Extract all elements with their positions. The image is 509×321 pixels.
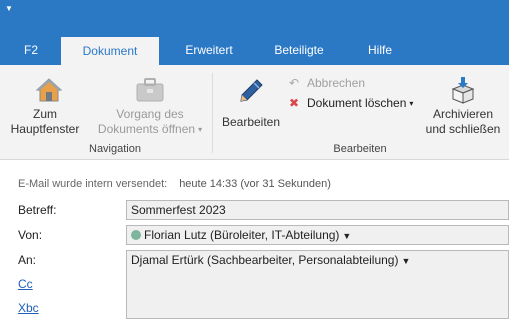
ribbon-tab-bar: F2 Dokument Erweitert Beteiligte Hilfe <box>0 36 509 65</box>
abbrechen-button[interactable]: ↶ Abbrechen <box>289 75 365 91</box>
cc-link[interactable]: Cc <box>18 277 33 291</box>
title-bar: ▼ <box>0 0 509 36</box>
chevron-down-icon: ▾ <box>198 125 203 134</box>
vorgang-line2: Dokuments öffnen ▾ <box>94 122 206 137</box>
vorgang-line2-text: Dokuments öffnen <box>97 122 196 136</box>
bearbeiten-button-label: Bearbeiten <box>221 115 281 129</box>
chevron-down-icon: ▾ <box>409 99 414 108</box>
von-value: Florian Lutz (Büroleiter, IT-Abteilung) <box>144 228 340 242</box>
tab-hilfe[interactable]: Hilfe <box>350 36 410 65</box>
von-field[interactable]: Florian Lutz (Büroleiter, IT-Abteilung) ▼ <box>126 225 509 245</box>
an-field[interactable]: Djamal Ertürk (Sachbearbeiter, Personala… <box>126 250 509 319</box>
briefcase-icon <box>136 78 164 102</box>
betreff-value: Sommerfest 2023 <box>131 203 226 217</box>
pencil-icon <box>240 79 263 102</box>
send-status-text: E-Mail wurde intern versendet: <box>18 178 168 190</box>
send-status: E-Mail wurde intern versendet: heute 14:3… <box>18 178 331 190</box>
betreff-label: Betreff: <box>18 203 57 217</box>
navigation-group-label: Navigation <box>89 143 141 155</box>
von-label: Von: <box>18 228 43 242</box>
betreff-field[interactable]: Sommerfest 2023 <box>126 200 509 220</box>
dokument-loeschen-button[interactable]: ✖ Dokument löschen ▾ <box>289 95 413 112</box>
archivieren-line2: und schließen <box>425 122 501 136</box>
system-menu-icon[interactable]: ▼ <box>5 4 15 14</box>
zum-hauptfenster-line1: Zum <box>33 107 57 121</box>
archivieren-button[interactable]: Archivieren und schließen <box>420 77 506 139</box>
delete-icon: ✖ <box>289 96 300 110</box>
ribbon: Zum Hauptfenster Vorgang des Dokuments ö… <box>0 65 509 160</box>
xbc-link[interactable]: Xbc <box>18 301 39 315</box>
zum-hauptfenster-line2: Hauptfenster <box>10 122 80 136</box>
archive-box-icon <box>451 77 475 104</box>
tab-beteiligte[interactable]: Beteiligte <box>262 36 336 65</box>
tab-erweitert[interactable]: Erweitert <box>170 36 248 65</box>
vorgang-line1: Vorgang des <box>116 107 184 121</box>
tab-f2[interactable]: F2 <box>6 36 56 65</box>
abbrechen-label: Abbrechen <box>307 76 366 90</box>
chevron-down-icon[interactable]: ▼ <box>401 256 410 266</box>
chevron-down-icon[interactable]: ▼ <box>342 231 351 241</box>
group-separator <box>212 73 213 153</box>
undo-icon: ↶ <box>289 76 300 90</box>
bearbeiten-group-label: Bearbeiten <box>333 143 387 155</box>
an-label: An: <box>18 253 37 267</box>
mail-content: E-Mail wurde intern versendet: heute 14:3… <box>0 161 509 321</box>
send-time: heute 14:33 (vor 31 Sekunden) <box>179 178 331 190</box>
an-value: Djamal Ertürk (Sachbearbeiter, Personala… <box>131 253 399 267</box>
zum-hauptfenster-button[interactable]: Zum Hauptfenster <box>10 77 80 139</box>
tab-dokument[interactable]: Dokument <box>61 36 159 65</box>
bearbeiten-button[interactable]: Bearbeiten <box>218 77 284 139</box>
dokument-loeschen-label: Dokument löschen <box>307 96 407 110</box>
archivieren-line1: Archivieren <box>432 107 494 121</box>
home-icon <box>35 78 63 102</box>
vorgang-oeffnen-button[interactable]: Vorgang des Dokuments öffnen ▾ <box>94 77 206 139</box>
presence-status-icon <box>131 230 141 240</box>
